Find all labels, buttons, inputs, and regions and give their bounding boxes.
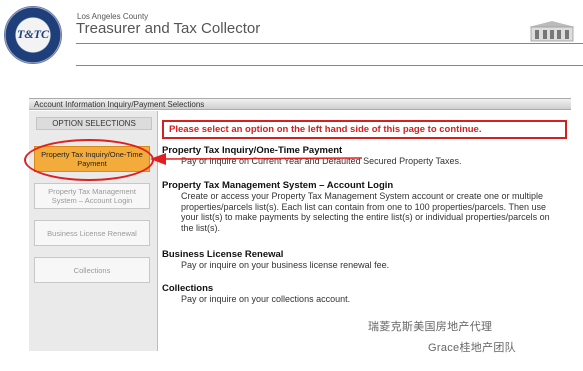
- watermark-line-1: 瑞菱克斯美国房地产代理: [368, 321, 493, 333]
- option-property-tax-management[interactable]: Property Tax Management System – Account…: [34, 183, 150, 209]
- section-description: Create or access your Property Tax Manag…: [181, 191, 550, 233]
- seal-text: T&TC: [17, 27, 49, 41]
- section-property-tax-management: Property Tax Management System – Account…: [162, 180, 562, 233]
- option-business-license-renewal[interactable]: Business License Renewal: [34, 220, 150, 246]
- header-divider: [76, 43, 583, 44]
- header-divider-lower: [76, 65, 583, 66]
- section-description: Pay or inquire on your collections accou…: [181, 294, 351, 304]
- select-option-alert: Please select an option on the left hand…: [162, 120, 567, 139]
- office-title: Treasurer and Tax Collector: [76, 20, 261, 37]
- county-seal-logo: T&TC: [4, 6, 62, 64]
- option-property-tax-inquiry[interactable]: Property Tax Inquiry/One-Time Payment: [34, 146, 150, 172]
- section-collections: Collections Pay or inquire on your colle…: [162, 283, 562, 305]
- red-arrow-annotation: [150, 153, 362, 165]
- option-collections[interactable]: Collections: [34, 257, 150, 283]
- option-sidebar: OPTION SELECTIONS Property Tax Inquiry/O…: [29, 111, 158, 351]
- section-description: Pay or inquire on your business license …: [181, 260, 390, 270]
- panel-title-bar: Account Information Inquiry/Payment Sele…: [29, 98, 571, 110]
- section-title: Business License Renewal: [162, 249, 284, 260]
- option-selections-title: OPTION SELECTIONS: [36, 117, 152, 130]
- section-business-license: Business License Renewal Pay or inquire …: [162, 249, 562, 271]
- section-title: Collections: [162, 283, 214, 294]
- section-title: Property Tax Management System – Account…: [162, 180, 394, 191]
- watermark-line-2: Grace桂地产团队: [428, 342, 516, 354]
- building-icon: [529, 21, 575, 42]
